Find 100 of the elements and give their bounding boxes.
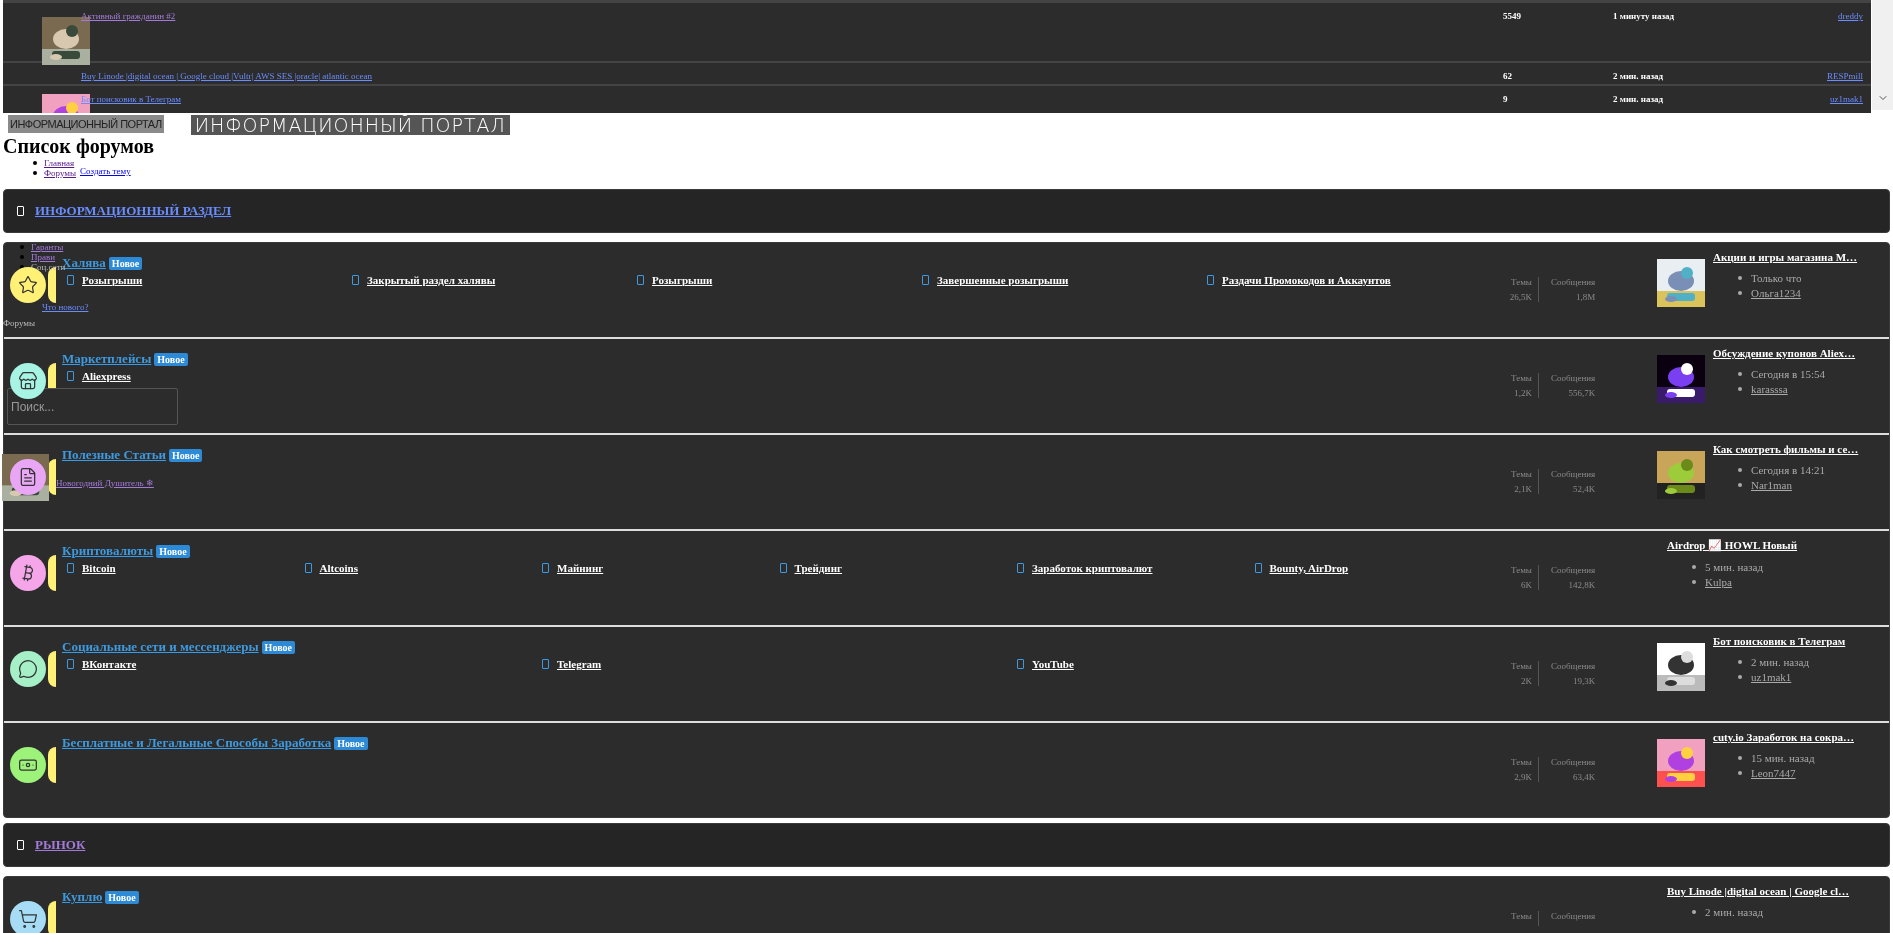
subforum-link[interactable]: Завершенные розыгрыши: [937, 274, 1069, 286]
reply-count: 9: [1503, 94, 1509, 104]
user-link[interactable]: Nar1man: [1751, 479, 1792, 491]
forum-icon-edge: [48, 747, 56, 783]
user-link[interactable]: Новогодний Душитель ❄: [56, 478, 154, 488]
subforum-icon: [67, 563, 74, 573]
stat-label: Темы: [1510, 911, 1532, 921]
category-link[interactable]: РЫНОК: [35, 837, 86, 853]
user-link[interactable]: karasssa: [1751, 383, 1788, 395]
new-badge: Новое: [334, 736, 368, 750]
stat-label: Сообщения: [1549, 565, 1596, 575]
subforum-icon: [67, 371, 74, 381]
thread-time: 1 минуту назад: [1613, 11, 1676, 21]
subforum-link[interactable]: Закрытый раздел халявы: [367, 274, 496, 286]
forum-icon-edge: [48, 555, 56, 591]
subforum-icon: [67, 659, 74, 669]
subforum-link[interactable]: Розыгрыши: [652, 274, 713, 286]
new-badge: Новое: [108, 256, 143, 270]
search-field[interactable]: Поиск...: [7, 388, 178, 425]
subforum-link[interactable]: Трейдинг: [794, 562, 842, 574]
forum-link[interactable]: Криптовалюты: [62, 543, 154, 559]
chat-icon: [18, 659, 38, 679]
subforum-link[interactable]: Altcoins: [319, 562, 358, 574]
forum-icon-edge: [48, 901, 56, 933]
stat-value: 26,5K: [1509, 292, 1532, 302]
user-link[interactable]: Ольга1234: [1751, 287, 1801, 299]
subforum-icon: [779, 563, 787, 573]
reply-count: 5549: [1503, 11, 1522, 21]
nav-link[interactable]: Гаранты: [31, 242, 64, 252]
site-banner: ИНФОРМАЦИОННЫЙ ПОРТАЛ: [190, 115, 510, 135]
user-link[interactable]: Leon7447: [1751, 767, 1796, 779]
forum-link[interactable]: Куплю: [62, 889, 103, 905]
cart-icon: [18, 909, 38, 929]
subforum-icon: [304, 563, 312, 573]
last-post-link[interactable]: Бот поисковик в Телеграм: [1713, 635, 1846, 647]
site-logo[interactable]: ИНФОРМАЦИОННЫЙ ПОРТАЛ: [8, 115, 164, 133]
page-title: Список форумов: [3, 134, 155, 158]
forum-link[interactable]: Социальные сети и мессенджеры: [62, 639, 259, 655]
last-post-time: 15 мин. назад: [1751, 752, 1815, 764]
category-icon: [17, 840, 24, 850]
stat-label: Сообщения: [1549, 469, 1596, 479]
stat-label: Сообщения: [1549, 661, 1596, 671]
new-badge: Новое: [156, 544, 190, 558]
stat-value: 63,4K: [1572, 772, 1596, 782]
user-link[interactable]: Kulpa: [1705, 576, 1732, 588]
subforum-link[interactable]: Telegram: [557, 658, 602, 670]
stat-label: Сообщения: [1549, 277, 1596, 287]
last-post-link[interactable]: cuty.io Заработок на сокра…: [1713, 731, 1855, 743]
subforum-link[interactable]: ВКонтакте: [82, 658, 137, 670]
forum-link[interactable]: Полезные Статьи: [62, 447, 167, 463]
breadcrumb-link[interactable]: Форумы: [44, 168, 77, 178]
stat-value: 52,4K: [1572, 484, 1596, 494]
last-post-link[interactable]: Airdrop 📈 HOWL Новый: [1667, 539, 1798, 552]
user-link[interactable]: RESPmill: [1753, 71, 1871, 81]
category-icon: [17, 206, 24, 216]
scrollbar[interactable]: [1872, 0, 1893, 110]
nav-link[interactable]: Прави: [31, 252, 56, 262]
last-post-link[interactable]: Buy Linode |digital ocean | Google cl…: [1667, 885, 1850, 897]
subforum-link[interactable]: Розыгрыши: [82, 274, 143, 286]
new-badge: Новое: [261, 640, 295, 654]
last-post-time: Только что: [1751, 272, 1802, 284]
subforum-icon: [637, 275, 644, 285]
store-icon: [18, 371, 38, 391]
last-post-link[interactable]: Акции и игры магазина M…: [1713, 251, 1858, 263]
subforum-link[interactable]: Aliexpress: [82, 370, 131, 382]
subforum-icon: [542, 659, 549, 669]
subforum-icon: [1017, 659, 1024, 669]
stat-value: 2,9K: [1514, 772, 1532, 782]
star-icon: [18, 275, 38, 295]
subforum-icon: [1254, 563, 1262, 573]
subforum-link[interactable]: Раздачи Промокодов и Аккаунтов: [1222, 274, 1391, 286]
subforum-link[interactable]: Bounty, AirDrop: [1269, 562, 1349, 574]
last-post-time: 5 мин. назад: [1705, 561, 1764, 573]
document-icon: [18, 467, 38, 487]
subforum-link[interactable]: YouTube: [1032, 658, 1074, 670]
user-link[interactable]: dreddy: [1753, 11, 1871, 21]
stat-label: Сообщения: [1549, 373, 1596, 383]
forum-link[interactable]: Бесплатные и Легальные Способы Заработка: [62, 735, 332, 751]
subforum-link[interactable]: Заработок криптовалют: [1032, 562, 1153, 574]
whats-new-link[interactable]: Что нового?: [42, 302, 89, 312]
subforum-icon: [1207, 275, 1214, 285]
thread-link[interactable]: Buy Linode |digital ocean | Google cloud |Vultr| AWS SES |oracle| atlantic ocean: [81, 71, 1503, 81]
stat-label: Темы: [1510, 469, 1532, 479]
last-post-link[interactable]: Обсуждение купонов Aliex…: [1713, 347, 1856, 359]
subforum-icon: [352, 275, 359, 285]
subforum-link[interactable]: Майнинг: [557, 562, 604, 574]
stat-value: 1,2K: [1514, 388, 1532, 398]
category-link[interactable]: ИНФОРМАЦИОННЫЙ РАЗДЕЛ: [35, 203, 232, 219]
last-post-link[interactable]: Как смотреть фильмы и се…: [1713, 443, 1859, 455]
thread-link[interactable]: Активный гражданин #2: [81, 11, 1503, 21]
last-post-time: Сегодня в 14:21: [1751, 464, 1826, 476]
thread-time: 2 мин. назад: [1613, 71, 1665, 81]
create-thread-link[interactable]: Создать тему: [80, 166, 131, 176]
stat-label: Сообщения: [1549, 757, 1596, 767]
user-link[interactable]: uz1mak1: [1751, 671, 1792, 683]
stat-label: Темы: [1510, 373, 1532, 383]
breadcrumb-link[interactable]: Главная: [44, 158, 75, 168]
forum-link[interactable]: Маркетплейсы: [62, 351, 152, 367]
subforum-link[interactable]: Bitcoin: [82, 562, 116, 574]
user-link[interactable]: uz1mak1: [1753, 94, 1871, 104]
